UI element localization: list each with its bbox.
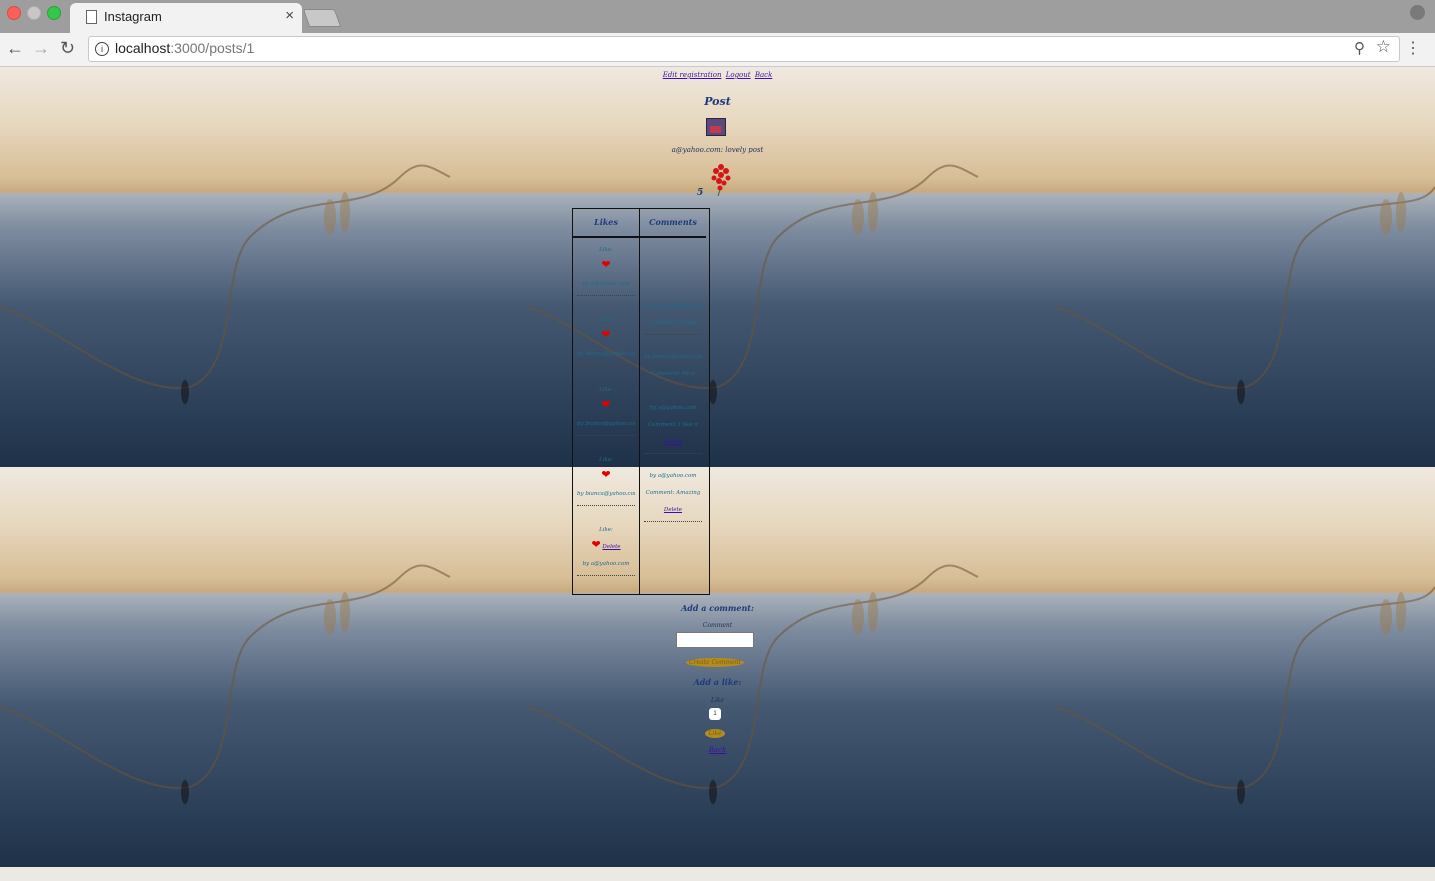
like-button[interactable]: Like bbox=[705, 729, 725, 738]
comment-user: by a@yahoo.com bbox=[649, 405, 697, 411]
new-tab-button[interactable] bbox=[302, 9, 342, 27]
add-like-heading: Add a like: bbox=[693, 677, 742, 687]
heart-icon: ❤ bbox=[601, 469, 611, 481]
browser-menu-icon[interactable]: ⋮ bbox=[1405, 38, 1421, 58]
page-icon bbox=[86, 10, 97, 24]
profile-icon[interactable] bbox=[1410, 5, 1425, 20]
comment-text: Comment: Amazing bbox=[645, 490, 701, 496]
like-user: by a@yahoo.com bbox=[582, 561, 630, 567]
like-entry: Like: ❤ by bianca@yahoo.com bbox=[577, 452, 635, 506]
comment-text: Comment: Great bbox=[649, 320, 697, 326]
divider bbox=[644, 385, 702, 386]
divider bbox=[577, 435, 635, 436]
comment-label: Comment bbox=[702, 622, 733, 629]
comment-user: by a@yahoo.com bbox=[649, 473, 697, 479]
add-comment-heading: Add a comment: bbox=[681, 603, 754, 613]
divider bbox=[577, 365, 635, 366]
delete-comment-link[interactable]: Delete bbox=[664, 439, 682, 445]
back-link-top[interactable]: Back bbox=[755, 71, 772, 79]
like-count: 5 bbox=[697, 188, 704, 198]
like-user: by bianca@yahoo.com bbox=[577, 421, 635, 427]
url-path: :3000/posts/1 bbox=[170, 40, 255, 56]
post-image bbox=[706, 118, 726, 136]
heart-icon: ❤ bbox=[591, 539, 601, 551]
likes-header: Likes bbox=[573, 209, 639, 238]
vine-decoration-repeat bbox=[0, 564, 1435, 804]
heart-icon: ❤ bbox=[601, 329, 611, 341]
like-user: by bianca@yahoo.com bbox=[577, 491, 635, 497]
info-icon[interactable]: i bbox=[95, 42, 109, 56]
logout-link[interactable]: Logout bbox=[726, 71, 751, 79]
address-bar[interactable]: i localhost:3000/posts/1 ⚲ ☆ bbox=[88, 36, 1400, 62]
like-label: Like: bbox=[599, 317, 613, 323]
comment-text: Comment: I like it bbox=[647, 422, 699, 428]
comments-header: Comments bbox=[640, 209, 706, 238]
comment-user: by bianca@yahoo.com bbox=[644, 354, 702, 360]
page-title: Post bbox=[704, 95, 731, 108]
like-user: by d@yahoo.com bbox=[582, 281, 630, 287]
forward-arrow-icon[interactable]: → bbox=[32, 38, 50, 59]
divider bbox=[644, 521, 702, 522]
divider bbox=[577, 505, 635, 506]
post-caption: a@yahoo.com: lovely post bbox=[671, 146, 764, 154]
divider bbox=[644, 334, 702, 335]
comment-entry: by bianca@yahoo.com Comment: Nice bbox=[644, 349, 702, 386]
divider bbox=[577, 575, 635, 576]
roses-image bbox=[711, 164, 731, 197]
like-entry: Like: ❤ Delete by a@yahoo.com bbox=[577, 522, 635, 576]
comment-textarea[interactable] bbox=[676, 632, 754, 648]
back-link-bottom-wrap: Back bbox=[0, 746, 1435, 754]
heart-icon: ❤ bbox=[601, 399, 611, 411]
back-arrow-icon[interactable]: ← bbox=[6, 38, 24, 59]
comment-text: Comment: Nice bbox=[651, 371, 695, 377]
like-label: Like: bbox=[599, 457, 613, 463]
url-text: localhost:3000/posts/1 bbox=[115, 40, 254, 56]
comment-entry: by a@yahoo.com Comment: I like it Delete bbox=[644, 400, 702, 454]
like-user: by bianca@yahoo.com bbox=[577, 351, 635, 357]
like-label: Like: bbox=[599, 387, 613, 393]
back-link-bottom[interactable]: Back bbox=[709, 746, 726, 754]
bookmark-star-icon[interactable]: ☆ bbox=[1376, 37, 1391, 57]
url-host: localhost bbox=[115, 40, 171, 56]
page-bottom-strip bbox=[0, 867, 1435, 881]
close-window-button[interactable] bbox=[7, 6, 21, 20]
reload-icon[interactable]: ↻ bbox=[60, 38, 75, 59]
top-nav: Edit registration Logout Back bbox=[0, 71, 1435, 79]
tab-bar: Instagram × bbox=[0, 0, 1435, 33]
browser-toolbar: ← → ↻ i localhost:3000/posts/1 ⚲ ☆ ⋮ bbox=[0, 33, 1435, 67]
comment-entry: by a@yahoo.com Comment: Amazing Delete bbox=[644, 468, 702, 522]
like-entry: Like: ❤ by bianca@yahoo.com bbox=[577, 312, 635, 366]
delete-like-link[interactable]: Delete bbox=[602, 544, 620, 550]
delete-comment-link[interactable]: Delete bbox=[664, 507, 682, 513]
like-label: Like: bbox=[599, 247, 613, 253]
page-body: Edit registration Logout Back Post a@yah… bbox=[0, 67, 1435, 867]
zoom-icon[interactable]: ⚲ bbox=[1354, 39, 1365, 57]
browser-tab[interactable]: Instagram × bbox=[70, 3, 302, 33]
like-entry: Like: ❤ by bianca@yahoo.com bbox=[577, 382, 635, 436]
like-number-input[interactable]: 1 bbox=[709, 708, 721, 720]
heart-icon: ❤ bbox=[601, 259, 611, 271]
edit-registration-link[interactable]: Edit registration bbox=[663, 71, 722, 79]
likes-column: Likes Like: ❤ by d@yahoo.com Like: ❤ by … bbox=[573, 209, 640, 594]
likes-comments-table: Likes Like: ❤ by d@yahoo.com Like: ❤ by … bbox=[572, 208, 710, 595]
comments-column: Comments by bianca@yahoo.com Comment: Gr… bbox=[640, 209, 706, 594]
create-comment-button[interactable]: Create Comment bbox=[686, 658, 744, 667]
maximize-window-button[interactable] bbox=[47, 6, 61, 20]
minimize-window-button[interactable] bbox=[27, 6, 41, 20]
divider bbox=[577, 295, 635, 296]
like-label-field: Like bbox=[710, 697, 725, 704]
tab-title: Instagram bbox=[104, 9, 162, 24]
comment-entry: by bianca@yahoo.com Comment: Great bbox=[644, 298, 702, 335]
close-tab-icon[interactable]: × bbox=[285, 7, 294, 24]
like-label: Like: bbox=[599, 527, 613, 533]
like-entry: Like: ❤ by d@yahoo.com bbox=[577, 242, 635, 296]
divider bbox=[644, 453, 702, 454]
comment-user: by bianca@yahoo.com bbox=[644, 303, 702, 309]
